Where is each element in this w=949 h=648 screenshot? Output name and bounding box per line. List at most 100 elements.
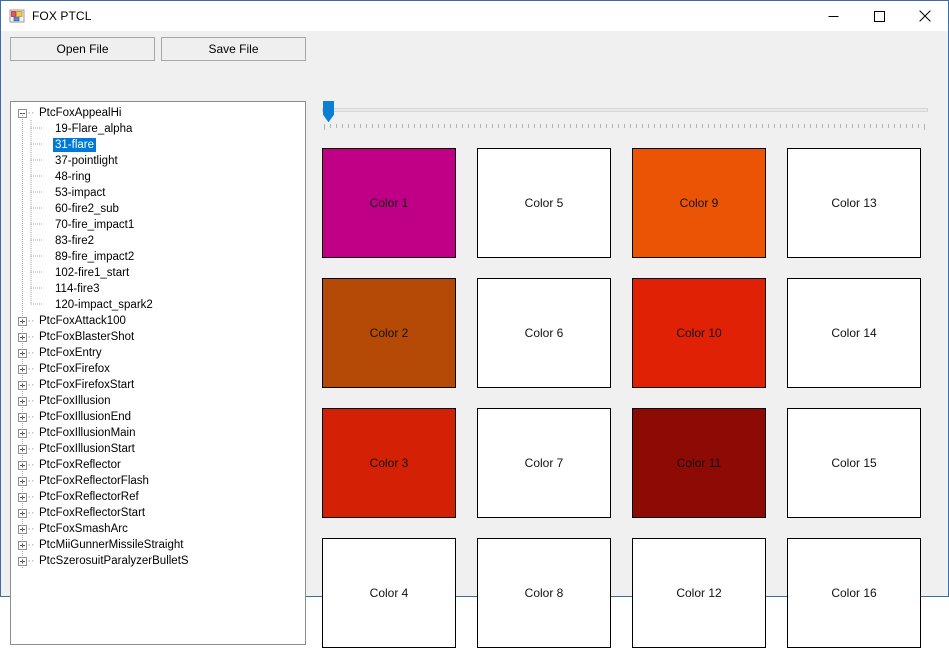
color-swatch[interactable]: Color 2 — [322, 278, 456, 388]
tree-node[interactable]: ·· PtcFoxAttack100 — [11, 313, 305, 329]
tree-connector: ·· — [27, 107, 35, 119]
color-swatch[interactable]: Color 1 — [322, 148, 456, 258]
tree-node[interactable]: 48-ring — [11, 167, 305, 185]
tree-node-label: PtcFoxReflectorRef — [39, 491, 139, 503]
slider-tick — [864, 124, 865, 128]
tree-node-label: 89-fire_impact2 — [55, 251, 135, 263]
tree-connector: ·· — [27, 443, 35, 455]
tree-node[interactable]: 83-fire2 — [11, 231, 305, 249]
slider-tick — [630, 124, 631, 128]
minimize-button[interactable] — [810, 1, 856, 31]
tree-node[interactable]: ·· PtcFoxIllusionStart — [11, 441, 305, 457]
tree-node-label: PtcMiiGunnerMissileStraight — [39, 539, 184, 551]
color-swatch[interactable]: Color 13 — [787, 148, 921, 258]
save-file-button[interactable]: Save File — [161, 37, 306, 61]
color-swatch[interactable]: Color 7 — [477, 408, 611, 518]
color-swatch[interactable]: Color 16 — [787, 538, 921, 648]
tree-node[interactable]: ·· PtcFoxReflectorRef — [11, 489, 305, 505]
color-swatch[interactable]: Color 8 — [477, 538, 611, 648]
slider-tick — [798, 124, 799, 128]
slider-tick — [738, 124, 739, 128]
slider-tick — [642, 124, 643, 128]
tree-node-label: PtcFoxAppealHi — [39, 107, 122, 119]
tree-node[interactable]: ·· PtcFoxIllusionMain — [11, 425, 305, 441]
slider-tick — [360, 124, 361, 128]
frame-slider[interactable] — [316, 99, 928, 133]
color-swatch[interactable]: Color 9 — [632, 148, 766, 258]
slider-tick — [354, 124, 355, 128]
color-swatch[interactable]: Color 6 — [477, 278, 611, 388]
tree-node[interactable]: 120-impact_spark2 — [11, 295, 305, 313]
tree-node[interactable]: ·· PtcFoxBlasterShot — [11, 329, 305, 345]
tree-node[interactable]: ·· PtcFoxEntry — [11, 345, 305, 361]
slider-tick — [690, 124, 691, 128]
tree-node[interactable]: 53-impact — [11, 183, 305, 201]
tree-node[interactable]: ·· PtcFoxReflectorFlash — [11, 473, 305, 489]
tree-node[interactable]: ·· PtcSzerosuitParalyzerBulletS — [11, 553, 305, 569]
slider-tick — [456, 124, 457, 128]
tree-connector: ·· — [27, 347, 35, 359]
tree-node[interactable]: 37-pointlight — [11, 151, 305, 169]
tree-node[interactable]: 70-fire_impact1 — [11, 215, 305, 233]
slider-groove[interactable] — [322, 108, 928, 112]
maximize-icon — [873, 10, 885, 22]
open-file-button[interactable]: Open File — [10, 37, 155, 61]
slider-tick — [780, 124, 781, 128]
tree-node-label: PtcFoxIllusionStart — [39, 443, 135, 455]
color-swatch[interactable]: Color 14 — [787, 278, 921, 388]
tree-node[interactable]: ·· PtcFoxAppealHi — [11, 105, 305, 121]
color-swatch[interactable]: Color 5 — [477, 148, 611, 258]
slider-tick — [546, 124, 547, 128]
maximize-button[interactable] — [856, 1, 902, 31]
tree-node[interactable]: ·· PtcFoxSmashArc — [11, 521, 305, 537]
slider-tick — [720, 124, 721, 128]
tree-connector: ·· — [27, 411, 35, 423]
tree-node[interactable]: 102-fire1_start — [11, 263, 305, 281]
tree-node[interactable]: 60-fire2_sub — [11, 199, 305, 217]
color-swatch[interactable]: Color 4 — [322, 538, 456, 648]
slider-tick — [732, 124, 733, 128]
tree-node[interactable]: ·· PtcFoxFirefoxStart — [11, 377, 305, 393]
color-swatch-label: Color 15 — [831, 456, 877, 470]
color-swatch[interactable]: Color 11 — [632, 408, 766, 518]
close-icon — [919, 10, 931, 22]
color-swatch[interactable]: Color 3 — [322, 408, 456, 518]
color-swatch[interactable]: Color 15 — [787, 408, 921, 518]
slider-tick — [474, 124, 475, 128]
tree-node[interactable]: ·· PtcFoxFirefox — [11, 361, 305, 377]
tree-node[interactable]: ·· PtcFoxReflectorStart — [11, 505, 305, 521]
slider-tick — [330, 124, 331, 128]
tree-node[interactable]: ·· PtcFoxIllusion — [11, 393, 305, 409]
tree-node[interactable]: 114-fire3 — [11, 279, 305, 297]
slider-tick — [792, 124, 793, 128]
slider-tick — [702, 124, 703, 128]
close-button[interactable] — [902, 1, 948, 31]
slider-tick — [420, 124, 421, 128]
tree-node-label: PtcFoxReflectorStart — [39, 507, 146, 519]
tree-node[interactable]: ·· PtcFoxIllusionEnd — [11, 409, 305, 425]
color-swatch[interactable]: Color 12 — [632, 538, 766, 648]
slider-tick — [504, 124, 505, 128]
tree-connector: ·· — [27, 491, 35, 503]
tree-node-label: 120-impact_spark2 — [55, 299, 153, 311]
tree-node[interactable]: 89-fire_impact2 — [11, 247, 305, 265]
tree-node-label: 70-fire_impact1 — [55, 219, 135, 231]
tree-node[interactable]: 31-flare — [11, 135, 305, 153]
color-swatch[interactable]: Color 10 — [632, 278, 766, 388]
slider-thumb[interactable] — [323, 101, 334, 123]
tree-node-label: 60-fire2_sub — [55, 203, 119, 215]
particle-tree-view[interactable]: ·· PtcFoxAppealHi 19-Flare_alpha 31-flare 37… — [10, 101, 306, 645]
tree-node[interactable]: ·· PtcMiiGunnerMissileStraight — [11, 537, 305, 553]
slider-tick — [636, 124, 637, 128]
slider-tick — [888, 124, 889, 128]
slider-tick — [912, 124, 913, 128]
tree-node[interactable]: 19-Flare_alpha — [11, 119, 305, 137]
slider-tick — [600, 124, 601, 128]
slider-tick — [924, 124, 925, 130]
slider-tick — [426, 124, 427, 128]
slider-tick — [492, 124, 493, 128]
tree-node-label: PtcFoxEntry — [39, 347, 102, 359]
slider-tick — [390, 124, 391, 128]
slider-tick — [678, 124, 679, 128]
tree-node[interactable]: ·· PtcFoxReflector — [11, 457, 305, 473]
